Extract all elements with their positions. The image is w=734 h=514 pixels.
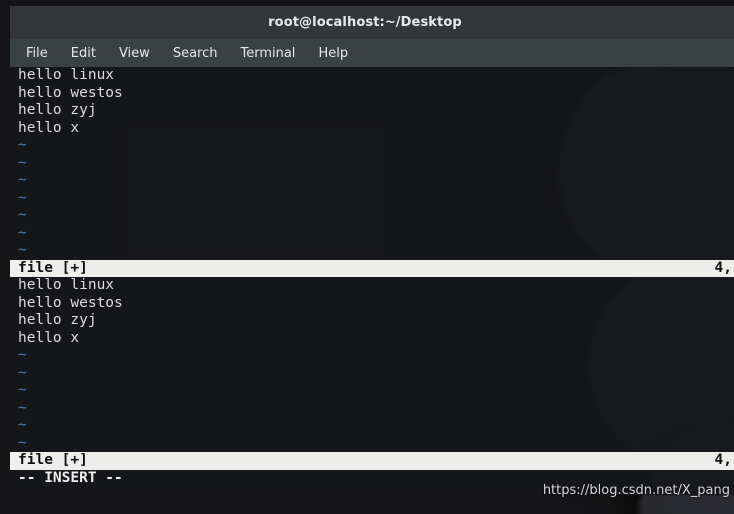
text-line: hello x (18, 119, 80, 136)
menu-item-view[interactable]: View (119, 46, 150, 61)
empty-line-marker: ~ (18, 382, 27, 398)
empty-line-marker: ~ (18, 154, 27, 171)
empty-line-marker: ~ (18, 189, 27, 206)
vim-pane-top[interactable]: hello linux hello westos hello zyj hello… (10, 67, 734, 277)
menu-item-edit[interactable]: Edit (71, 46, 96, 61)
text-line: hello westos (18, 84, 123, 101)
text-line: hello linux (18, 67, 115, 83)
empty-line-marker: ~ (18, 434, 27, 451)
empty-line-marker: ~ (18, 224, 27, 241)
menu-item-file[interactable]: File (26, 46, 48, 61)
empty-line-marker: ~ (18, 172, 27, 188)
window-titlebar[interactable]: root@localhost:~/Desktop (10, 6, 734, 39)
window-title: root@localhost:~/Desktop (268, 15, 462, 30)
empty-line-marker: ~ (18, 347, 27, 363)
text-line: hello zyj (18, 312, 97, 328)
text-line: hello linux (18, 277, 115, 293)
menu-item-terminal[interactable]: Terminal (240, 46, 295, 61)
empty-line-marker: ~ (18, 399, 27, 416)
statusline-filename: file [+] (18, 259, 88, 276)
menubar: File Edit View Search Terminal Help (10, 39, 734, 67)
statusline-filename: file [+] (18, 452, 88, 468)
vim-statusline-top: file [+] 4, (10, 259, 734, 277)
empty-line-marker: ~ (18, 242, 27, 258)
text-line: hello westos (18, 294, 123, 311)
terminal-window: root@localhost:~/Desktop File Edit View … (10, 6, 734, 495)
statusline-position: 4, (714, 259, 732, 276)
menu-item-help[interactable]: Help (318, 46, 348, 61)
menu-item-search[interactable]: Search (173, 46, 218, 61)
empty-line-marker: ~ (18, 207, 27, 223)
statusline-position: 4, (714, 452, 732, 468)
terminal-screen[interactable]: hello linux hello westos hello zyj hello… (10, 67, 734, 495)
vim-pane-bottom[interactable]: hello linux hello westos hello zyj hello… (10, 277, 734, 470)
watermark-text: https://blog.csdn.net/X_pang (542, 483, 730, 498)
vim-statusline-bottom: file [+] 4, (10, 452, 734, 470)
empty-line-marker: ~ (18, 137, 27, 153)
text-line: hello zyj (18, 102, 97, 118)
empty-line-marker: ~ (18, 364, 27, 381)
text-line: hello x (18, 329, 80, 346)
empty-line-marker: ~ (18, 417, 27, 433)
